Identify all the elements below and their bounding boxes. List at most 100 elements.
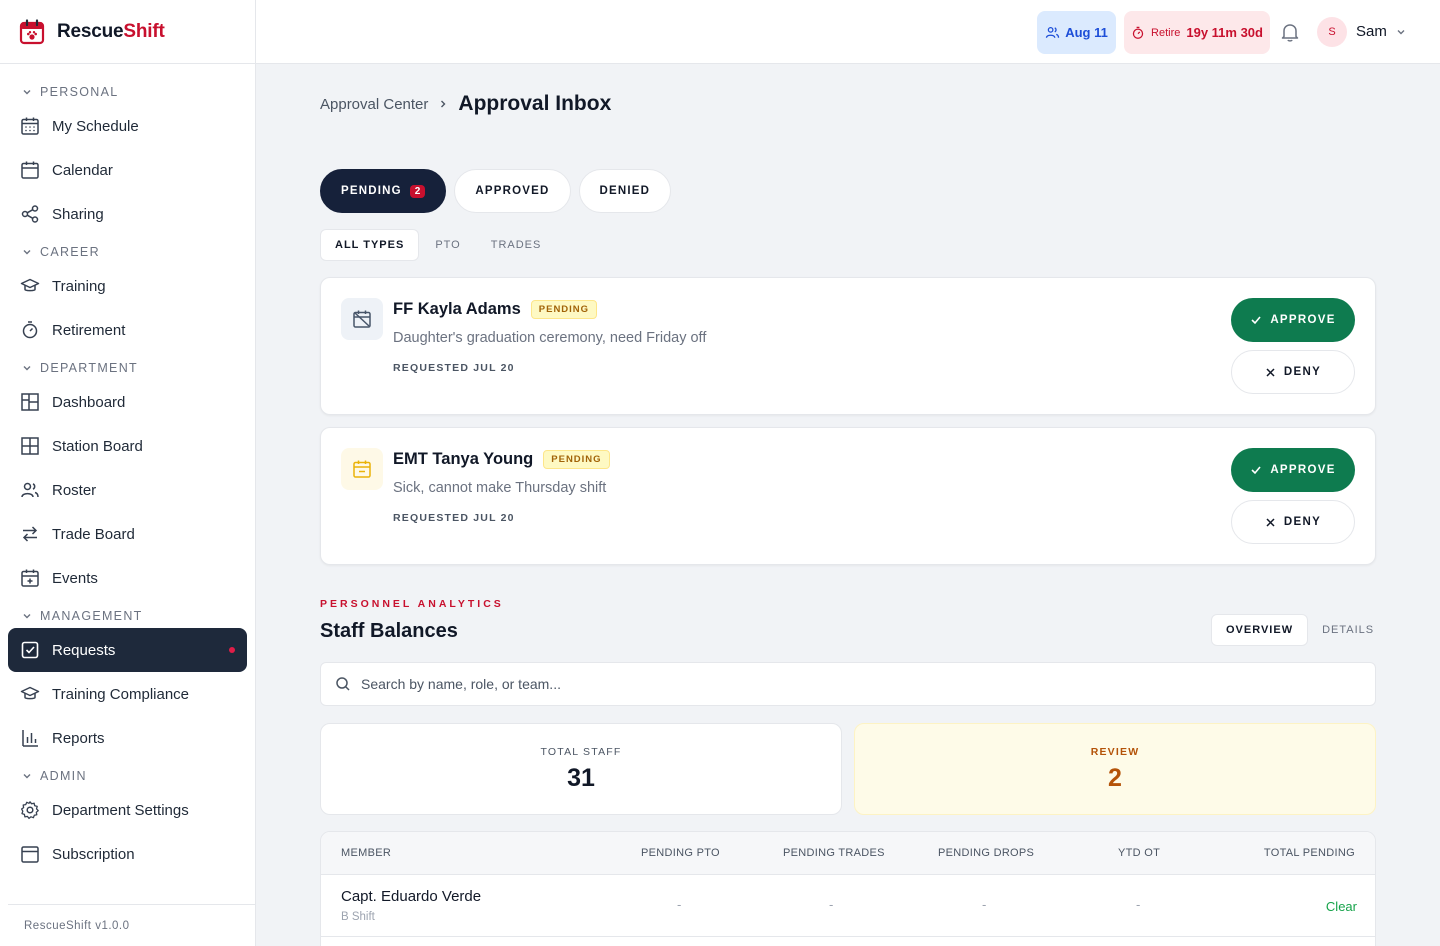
section-eyebrow: PERSONNEL ANALYTICS [320,598,504,610]
sidebar-item-retirement[interactable]: Retirement [0,308,255,352]
close-icon [1265,367,1276,378]
pending-trades-cell: - [829,897,834,912]
column-header[interactable]: PENDING DROPS [938,847,1034,859]
chevron-down-icon [23,250,31,255]
member-name: Capt. Eduardo Verde [341,888,482,905]
sidebar-item-calendar[interactable]: Calendar [0,148,255,192]
tab-pending[interactable]: PENDING 2 [320,169,447,213]
graduation-cap-icon [20,684,40,704]
chevron-down-icon [23,614,31,619]
topbar: Aug 11 Retire 19y 11m 30d S Sam [256,0,1440,64]
chevron-down-icon [23,90,31,95]
sidebar-item-training-compliance[interactable]: Training Compliance [0,672,255,716]
request-reason: Sick, cannot make Thursday shift [393,480,607,496]
sidebar-item-trade-board[interactable]: Trade Board [0,512,255,556]
column-header[interactable]: TOTAL PENDING [1264,847,1355,859]
sidebar-item-requests[interactable]: Requests [8,628,247,672]
pending-count-badge: 2 [409,184,426,198]
close-icon [1265,517,1276,528]
search-input[interactable] [361,676,1375,692]
pending-drops-cell: - [982,897,987,912]
section-department[interactable]: DEPARTMENT [0,356,255,380]
check-square-icon [20,640,40,660]
brand[interactable]: RescueShift [0,0,255,64]
tab-trades[interactable]: TRADES [477,229,556,261]
tab-all-types[interactable]: ALL TYPES [320,229,420,261]
swap-icon [20,524,40,544]
check-icon [1250,314,1262,326]
bell-icon[interactable] [1279,21,1301,43]
search-bar [320,662,1376,706]
chevron-down-icon [23,366,31,371]
user-name[interactable]: Sam [1356,23,1387,40]
pending-pto-cell: - [677,897,682,912]
sidebar-item-training[interactable]: Training [0,264,255,308]
check-icon [1250,464,1262,476]
approve-button[interactable]: APPROVE [1231,298,1355,342]
sidebar-item-events[interactable]: Events [0,556,255,600]
calendar-grid-icon [20,116,40,136]
requester-name: FF Kayla Adams PENDING [393,300,598,319]
sidebar-item-subscription[interactable]: Subscription [0,832,255,876]
sidebar-item-reports[interactable]: Reports [0,716,255,760]
table-row[interactable]: Capt. Eduardo Verde B Shift - - - - Clea… [321,875,1375,937]
breadcrumb-parent[interactable]: Approval Center [320,96,428,113]
stat-label: TOTAL STAFF [540,745,622,758]
column-header[interactable]: PENDING PTO [641,847,720,859]
calendar-off-icon [341,298,383,340]
deny-button[interactable]: DENY [1231,350,1355,394]
tab-pto[interactable]: PTO [421,229,474,261]
section-career[interactable]: CAREER [0,240,255,264]
retirement-countdown-chip[interactable]: Retire 19y 11m 30d [1124,11,1270,54]
request-reason: Daughter's graduation ceremony, need Fri… [393,330,707,346]
sidebar-nav: PERSONAL My Schedule Calendar Sharing CA… [0,64,255,876]
stat-value: 31 [567,763,595,792]
section-admin[interactable]: ADMIN [0,764,255,788]
gear-icon [20,800,40,820]
sidebar-item-sharing[interactable]: Sharing [0,192,255,236]
calendar-paw-logo-icon [19,18,45,45]
requester-name: EMT Tanya Young PENDING [393,450,610,469]
avatar[interactable]: S [1317,17,1347,47]
sidebar-item-station-board[interactable]: Station Board [0,424,255,468]
section-management[interactable]: MANAGEMENT [0,604,255,628]
chevron-right-icon [438,99,448,109]
card-icon [20,844,40,864]
calendar-icon [20,160,40,180]
dashboard-icon [20,392,40,412]
sidebar: RescueShift PERSONAL My Schedule Calenda… [0,0,256,946]
page-title: Approval Inbox [458,92,612,115]
tab-denied[interactable]: DENIED [578,169,672,213]
column-header[interactable]: YTD OT [1118,847,1160,859]
approve-button[interactable]: APPROVE [1231,448,1355,492]
chevron-down-icon [23,774,31,779]
tab-details[interactable]: DETAILS [1308,614,1388,646]
graduation-cap-icon [20,276,40,296]
member-shift: B Shift [341,911,375,923]
request-card: FF Kayla Adams PENDING Daughter's gradua… [320,277,1376,415]
deny-button[interactable]: DENY [1231,500,1355,544]
column-header[interactable]: PENDING TRADES [783,847,885,859]
bar-chart-icon [20,728,40,748]
sidebar-item-dashboard[interactable]: Dashboard [0,380,255,424]
sidebar-item-roster[interactable]: Roster [0,468,255,512]
tab-approved[interactable]: APPROVED [454,169,571,213]
status-badge: PENDING [543,450,610,469]
chevron-down-icon[interactable] [1396,27,1406,37]
section-personal[interactable]: PERSONAL [0,80,255,104]
shift-date-chip[interactable]: Aug 11 [1037,11,1116,54]
sidebar-item-department-settings[interactable]: Department Settings [0,788,255,832]
notification-dot [229,647,235,653]
sidebar-item-my-schedule[interactable]: My Schedule [0,104,255,148]
board-icon [20,436,40,456]
column-header[interactable]: MEMBER [341,847,391,859]
tab-overview[interactable]: OVERVIEW [1211,614,1309,646]
users-icon [20,480,40,500]
request-card: EMT Tanya Young PENDING Sick, cannot mak… [320,427,1376,565]
status-badge: PENDING [530,300,598,319]
stopwatch-icon [20,320,40,340]
view-tabs: OVERVIEW DETAILS [1211,614,1388,646]
ytd-ot-cell: - [1136,897,1141,912]
stat-card-review[interactable]: REVIEW 2 [854,723,1376,815]
request-date: REQUESTED JUL 20 [393,362,515,374]
